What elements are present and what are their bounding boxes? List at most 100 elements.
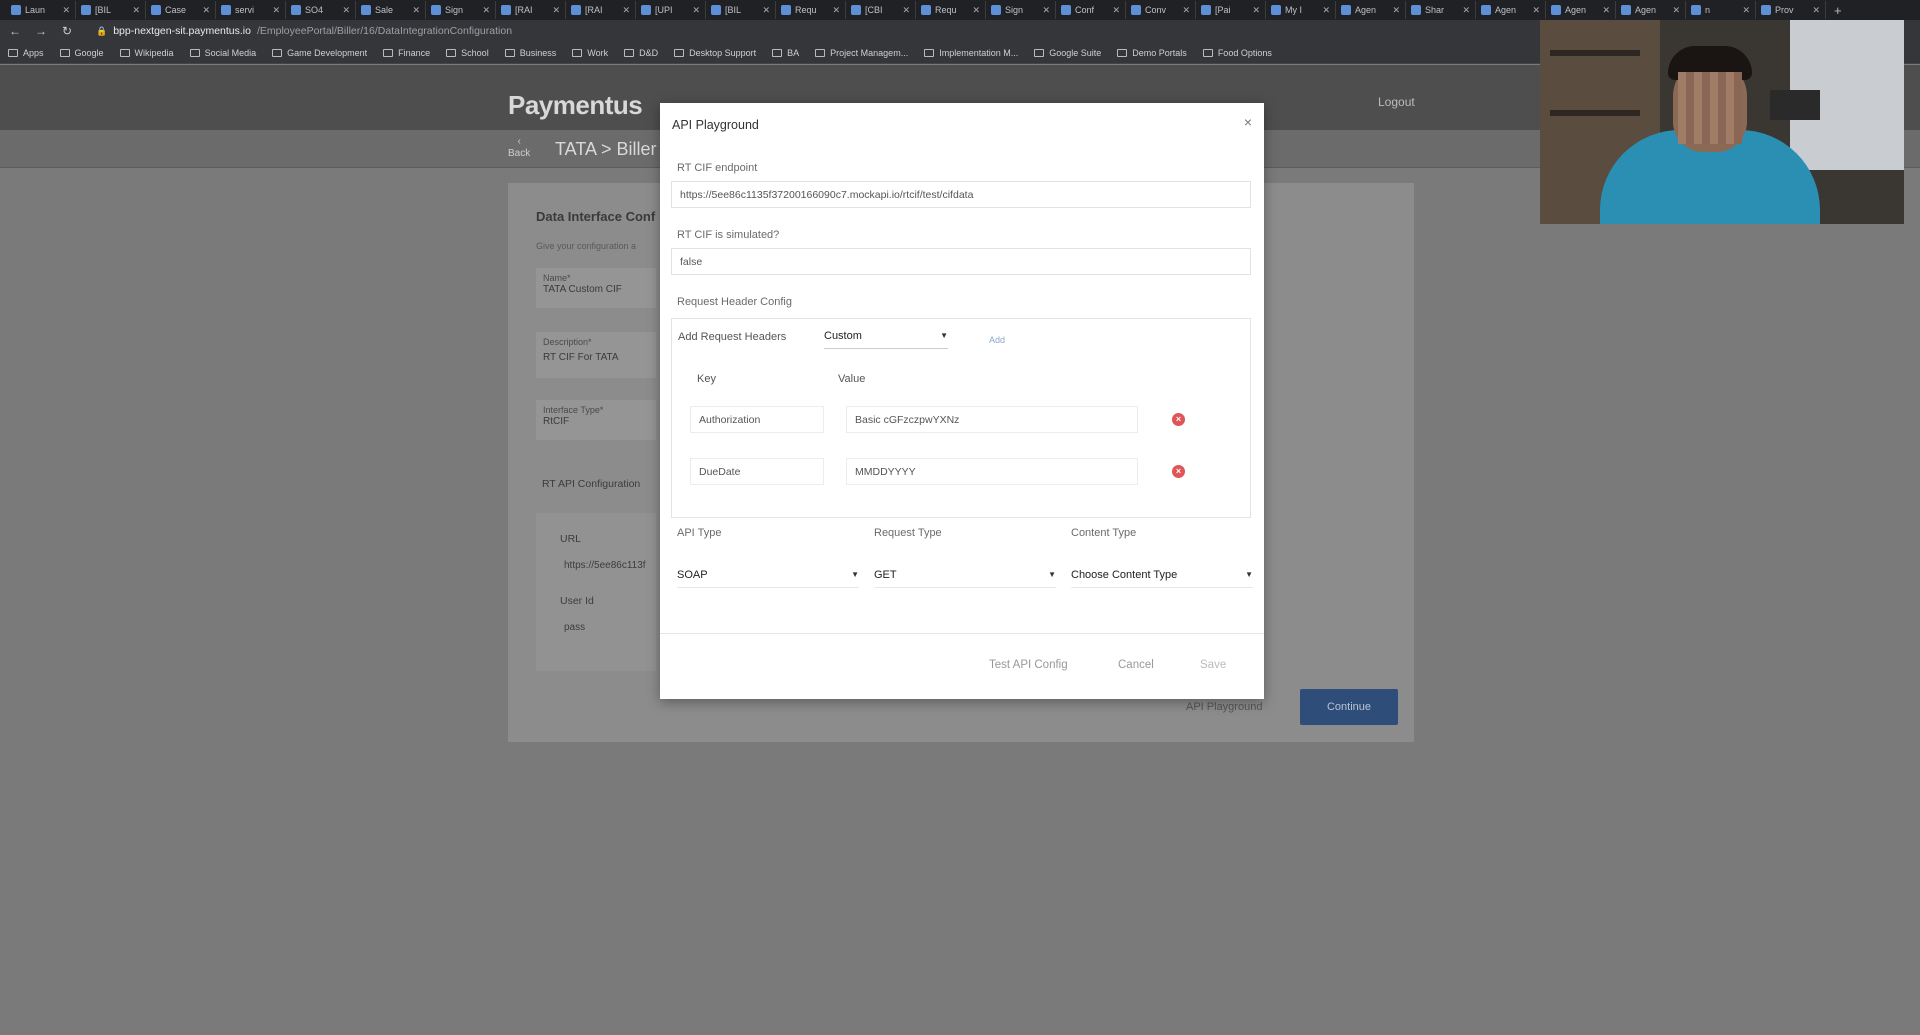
add-header-link[interactable]: Add <box>989 335 1005 345</box>
name-field[interactable]: Name* TATA Custom CIF <box>536 268 656 308</box>
bookmark-item[interactable]: Google <box>59 48 104 58</box>
close-tab-icon[interactable]: ✕ <box>412 5 420 16</box>
bookmark-item[interactable]: Finance <box>383 48 430 58</box>
bookmark-item[interactable]: Implementation M... <box>924 48 1018 58</box>
browser-tab[interactable]: Conv ✕ <box>1126 1 1196 19</box>
add-request-headers-select[interactable]: Custom ▼ <box>824 323 948 349</box>
bookmark-item[interactable]: BA <box>772 48 799 58</box>
close-tab-icon[interactable]: ✕ <box>202 5 210 16</box>
browser-tab[interactable]: Prov ✕ <box>1756 1 1826 19</box>
bookmark-item[interactable]: D&D <box>624 48 658 58</box>
header-value-input-1[interactable]: Basic cGFzczpwYXNz <box>846 406 1138 433</box>
browser-tab[interactable]: n ✕ <box>1686 1 1756 19</box>
reload-icon[interactable]: ↻ <box>60 24 74 38</box>
browser-tab[interactable]: Sign ✕ <box>986 1 1056 19</box>
browser-tab[interactable]: My I ✕ <box>1266 1 1336 19</box>
browser-tab[interactable]: Case ✕ <box>146 1 216 19</box>
logout-link[interactable]: Logout <box>1378 95 1415 109</box>
close-tab-icon[interactable]: ✕ <box>1602 5 1610 16</box>
browser-tab[interactable]: SO4 ✕ <box>286 1 356 19</box>
close-tab-icon[interactable]: ✕ <box>1462 5 1470 16</box>
close-tab-icon[interactable]: ✕ <box>1812 5 1820 16</box>
bookmark-item[interactable]: Work <box>572 48 608 58</box>
close-tab-icon[interactable]: ✕ <box>1112 5 1120 16</box>
browser-tab[interactable]: [UPI ✕ <box>636 1 706 19</box>
browser-tab[interactable]: Agen ✕ <box>1546 1 1616 19</box>
browser-tab[interactable]: [RAI ✕ <box>496 1 566 19</box>
close-tab-icon[interactable]: ✕ <box>1672 5 1680 16</box>
browser-tab[interactable]: Sale ✕ <box>356 1 426 19</box>
remove-circle-icon[interactable]: × <box>1172 465 1185 478</box>
header-key-input-1[interactable]: Authorization <box>690 406 824 433</box>
close-tab-icon[interactable]: ✕ <box>1252 5 1260 16</box>
close-tab-icon[interactable]: ✕ <box>762 5 770 16</box>
close-tab-icon[interactable]: ✕ <box>1042 5 1050 16</box>
content-type-select[interactable]: Choose Content Type ▼ <box>1071 562 1253 588</box>
continue-button[interactable]: Continue <box>1300 689 1398 725</box>
save-button[interactable]: Save <box>1200 659 1226 671</box>
bookmark-item[interactable]: Demo Portals <box>1117 48 1187 58</box>
close-tab-icon[interactable]: ✕ <box>62 5 70 16</box>
close-icon[interactable]: × <box>1244 114 1252 130</box>
browser-tab[interactable]: Shar ✕ <box>1406 1 1476 19</box>
close-tab-icon[interactable]: ✕ <box>902 5 910 16</box>
close-tab-icon[interactable]: ✕ <box>552 5 560 16</box>
browser-tab[interactable]: Sign ✕ <box>426 1 496 19</box>
browser-tab[interactable]: Conf ✕ <box>1056 1 1126 19</box>
browser-tab[interactable]: Laun ✕ <box>6 1 76 19</box>
remove-circle-icon[interactable]: × <box>1172 413 1185 426</box>
interface-type-field[interactable]: Interface Type* RtCIF <box>536 400 656 440</box>
bookmark-item[interactable]: Wikipedia <box>119 48 174 58</box>
request-type-select[interactable]: GET ▼ <box>874 562 1056 588</box>
forward-arrow-icon[interactable]: → <box>34 24 48 38</box>
browser-tab[interactable]: Agen ✕ <box>1616 1 1686 19</box>
close-tab-icon[interactable]: ✕ <box>1532 5 1540 16</box>
browser-tab[interactable]: servi ✕ <box>216 1 286 19</box>
bookmark-item[interactable]: Game Development <box>272 48 367 58</box>
bookmark-item[interactable]: Google Suite <box>1034 48 1101 58</box>
close-tab-icon[interactable]: ✕ <box>1182 5 1190 16</box>
rt-cif-endpoint-input[interactable]: https://5ee86c1135f37200166090c7.mockapi… <box>671 181 1251 208</box>
modal-title: API Playground <box>672 118 759 132</box>
browser-tab[interactable]: [RAI ✕ <box>566 1 636 19</box>
browser-tab[interactable]: Requ ✕ <box>916 1 986 19</box>
cancel-button[interactable]: Cancel <box>1118 659 1154 671</box>
close-tab-icon[interactable]: ✕ <box>1742 5 1750 16</box>
close-tab-icon[interactable]: ✕ <box>692 5 700 16</box>
close-tab-icon[interactable]: ✕ <box>342 5 350 16</box>
close-tab-icon[interactable]: ✕ <box>1322 5 1330 16</box>
card-title: Data Interface Conf <box>536 209 656 224</box>
back-link[interactable]: ‹ Back <box>508 136 530 160</box>
close-tab-icon[interactable]: ✕ <box>1392 5 1400 16</box>
close-tab-icon[interactable]: ✕ <box>272 5 280 16</box>
bookmark-item[interactable]: Social Media <box>189 48 256 58</box>
bookmark-item[interactable]: Desktop Support <box>674 48 756 58</box>
new-tab-icon[interactable]: + <box>1834 3 1842 18</box>
close-tab-icon[interactable]: ✕ <box>972 5 980 16</box>
close-tab-icon[interactable]: ✕ <box>132 5 140 16</box>
api-type-select[interactable]: SOAP ▼ <box>677 562 859 588</box>
browser-tab[interactable]: Agen ✕ <box>1336 1 1406 19</box>
test-api-config-button[interactable]: Test API Config <box>989 659 1068 671</box>
close-tab-icon[interactable]: ✕ <box>832 5 840 16</box>
bookmark-item[interactable]: Food Options <box>1202 48 1272 58</box>
close-tab-icon[interactable]: ✕ <box>622 5 630 16</box>
bookmark-item[interactable]: Business <box>504 48 556 58</box>
browser-tab[interactable]: Agen ✕ <box>1476 1 1546 19</box>
bookmark-item[interactable]: Apps <box>8 48 44 58</box>
bookmark-item[interactable]: Project Managem... <box>815 48 908 58</box>
description-field[interactable]: Description* RT CIF For TATA <box>536 332 656 378</box>
url-field[interactable]: 🔒 bpp-nextgen-sit.paymentus.io/EmployeeP… <box>86 22 522 40</box>
browser-tab[interactable]: [BIL ✕ <box>706 1 776 19</box>
browser-tab[interactable]: Requ ✕ <box>776 1 846 19</box>
back-arrow-icon[interactable]: ← <box>8 24 22 38</box>
browser-tab[interactable]: [CBI ✕ <box>846 1 916 19</box>
rt-cif-simulated-input[interactable]: false <box>671 248 1251 275</box>
browser-tab[interactable]: [BIL ✕ <box>76 1 146 19</box>
header-key-input-2[interactable]: DueDate <box>690 458 824 485</box>
header-value-input-2[interactable]: MMDDYYYY <box>846 458 1138 485</box>
browser-tab[interactable]: [Pai ✕ <box>1196 1 1266 19</box>
bookmark-item[interactable]: School <box>446 48 489 58</box>
close-tab-icon[interactable]: ✕ <box>482 5 490 16</box>
api-playground-link[interactable]: API Playground <box>1186 701 1262 713</box>
